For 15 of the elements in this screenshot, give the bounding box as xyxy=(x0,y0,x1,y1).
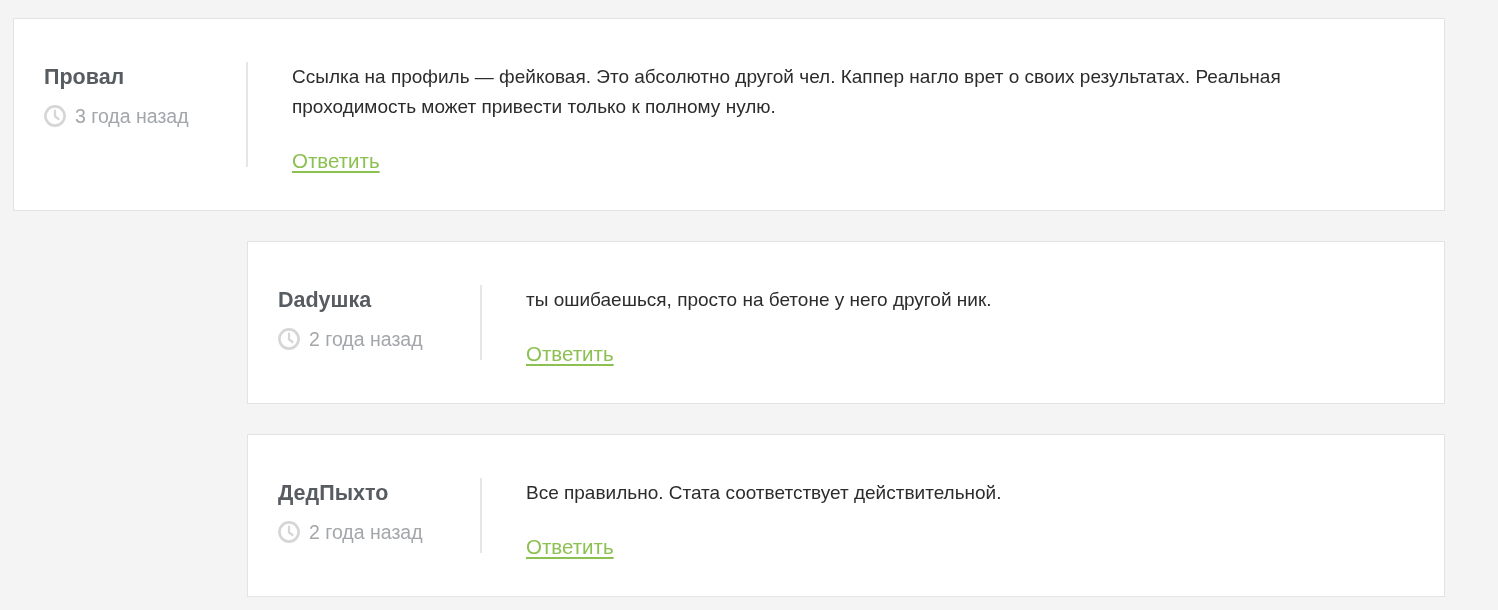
author-name: ДедПыхто xyxy=(278,480,389,507)
comment-text: Все правильно. Стата соответствует действительной. xyxy=(526,481,1002,505)
author-name: Dadушка xyxy=(278,287,372,314)
clock-icon xyxy=(278,521,300,543)
author-name: Провал xyxy=(44,64,125,91)
comment-time: 2 года назад xyxy=(309,520,423,545)
comment-text: Ссылка на профиль — фейковая. Это абсолютно другой чел. Каппер нагло врет о своих результатах. Реальная проходимость может привести только к полному нулю. xyxy=(292,65,1282,119)
comment-time: 2 года назад xyxy=(309,327,423,352)
comment-text: ты ошибаешься, просто на бетоне у него другой ник. xyxy=(526,288,992,312)
clock-icon xyxy=(44,105,66,127)
reply-link[interactable]: Ответить xyxy=(526,339,614,369)
reply-link[interactable]: Ответить xyxy=(292,146,380,176)
clock-icon xyxy=(278,328,300,350)
reply-link[interactable]: Ответить xyxy=(526,532,614,562)
comment-time: 3 года назад xyxy=(75,104,189,129)
